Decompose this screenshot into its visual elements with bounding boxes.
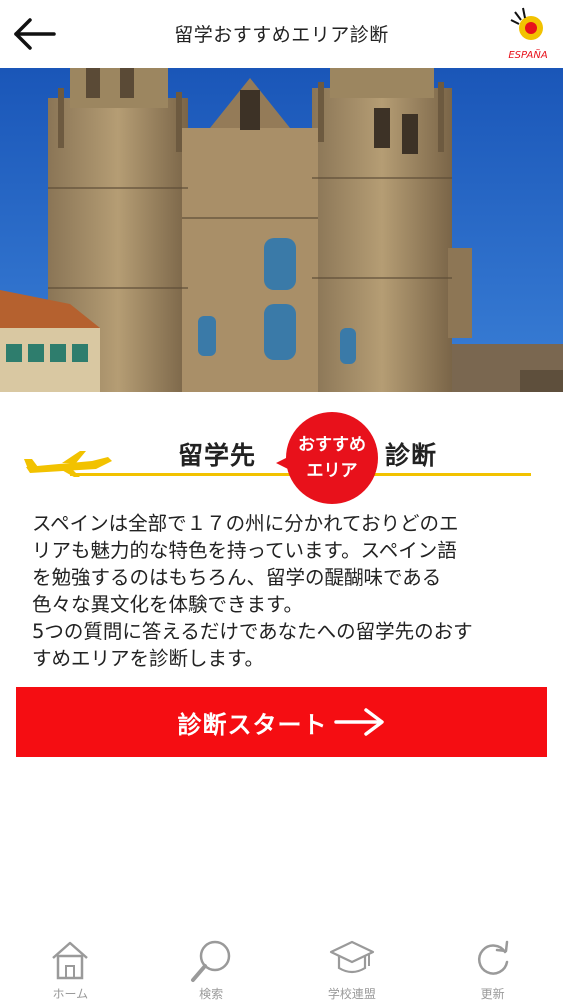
badge-line-2: エリア (306, 461, 358, 481)
description-line: スペインは全部で１７の州に分かれておりどのエ (32, 512, 459, 535)
espana-logo: ESPAÑA (508, 7, 548, 61)
app-header: 留学おすすめエリア診断 ESPAÑA (0, 0, 563, 68)
description-text: スペインは全部で１７の州に分かれておりどのエ リアも魅力的な特色を持っています。… (32, 510, 532, 672)
tab-home[interactable]: ホーム (0, 930, 141, 1000)
tab-refresh-label: 更新 (480, 987, 505, 1000)
arrow-right-icon (333, 708, 384, 736)
bottom-tab-bar: ホーム 検索 学校連盟 更新 (0, 930, 563, 1000)
recommended-area-badge: おすすめ エリア (286, 412, 378, 504)
tab-school-alliance-label: 学校連盟 (327, 987, 376, 1000)
page-title: 留学おすすめエリア診断 (174, 24, 389, 46)
refresh-icon (477, 940, 508, 975)
start-diagnosis-label: 診断スタート (177, 710, 328, 739)
home-icon (52, 941, 89, 980)
search-icon (191, 940, 231, 982)
heading-destination: 留学先 (178, 441, 257, 470)
description-line: すめエリアを診断します。 (32, 647, 265, 670)
description-line: を勉強するのはもちろん、留学の醍醐味である (32, 566, 442, 589)
tab-search-label: 検索 (199, 987, 224, 1000)
tab-school-alliance[interactable]: 学校連盟 (282, 930, 423, 1000)
description-line: リアも魅力的な特色を持っています。スペイン語 (32, 539, 457, 562)
airplane-icon (24, 451, 112, 477)
start-diagnosis-button[interactable]: 診断スタート (16, 687, 547, 757)
tab-home-label: ホーム (52, 987, 89, 1000)
hero-cathedral-image (0, 68, 563, 392)
tab-refresh[interactable]: 更新 (422, 930, 563, 1000)
description-line: 5つの質問に答えるだけであなたへの留学先のおす (32, 620, 473, 643)
graduation-cap-icon (329, 940, 374, 974)
description-line: 色々な異文化を体験できます。 (32, 593, 304, 616)
svg-text:ESPAÑA: ESPAÑA (508, 48, 548, 61)
tab-search[interactable]: 検索 (141, 930, 282, 1000)
badge-line-1: おすすめ (298, 435, 366, 455)
heading-diagnosis: 診断 (385, 441, 438, 470)
